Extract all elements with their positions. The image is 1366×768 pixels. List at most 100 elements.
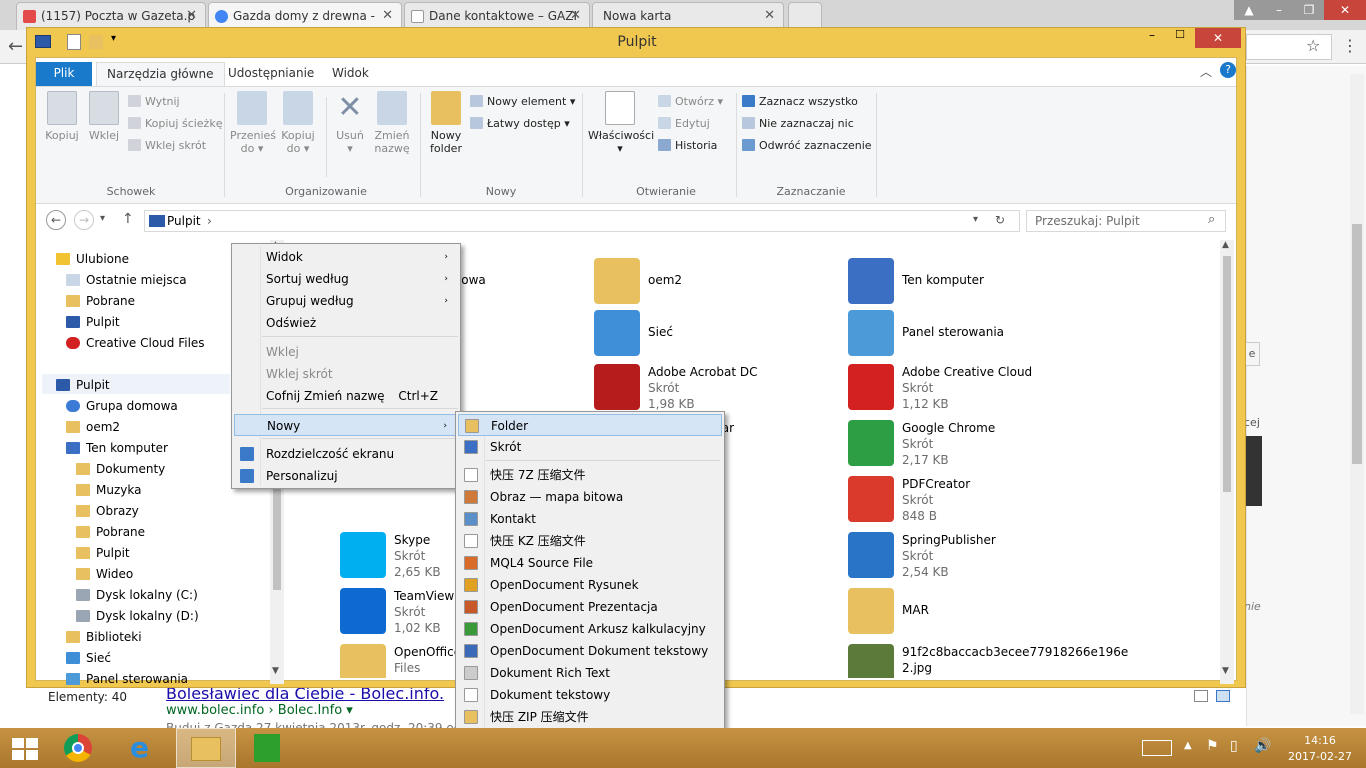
invert-selection-button[interactable]: Odwróć zaznaczenie <box>742 139 872 153</box>
keyboard-icon[interactable] <box>1142 740 1172 756</box>
nav-item-control-panel[interactable]: Panel sterowania <box>66 672 188 686</box>
content-scrollbar[interactable]: ▲ ▼ <box>1220 240 1234 684</box>
nav-item-oem2[interactable]: oem2 <box>66 420 120 434</box>
new-submenu-item[interactable]: Dokument tekstowy <box>458 684 722 706</box>
context-menu-item[interactable]: Widok › <box>234 246 458 268</box>
taskbar-store[interactable] <box>238 728 298 768</box>
taskbar-file-explorer[interactable] <box>176 728 236 768</box>
new-submenu-item[interactable]: 快压 7Z 压缩文件 <box>458 464 722 486</box>
forward-button[interactable]: → <box>74 210 94 230</box>
move-to-button[interactable]: Przenieś do ▾ <box>230 91 276 155</box>
nav-item-pulpit-root[interactable]: Pulpit <box>56 378 110 392</box>
easy-access-button[interactable]: Łatwy dostęp ▾ <box>470 117 570 131</box>
nav-item-documents[interactable]: Dokumenty <box>76 462 165 476</box>
copy-path-button[interactable]: Kopiuj ścieżkę <box>128 117 222 131</box>
quick-access-dropdown-icon[interactable]: ▾ <box>111 33 116 44</box>
large-icons-view-icon[interactable] <box>1216 690 1230 702</box>
nav-item-ulubione[interactable]: Ulubione <box>56 252 129 266</box>
context-menu-item[interactable]: Odśwież <box>234 312 458 334</box>
address-dropdown-icon[interactable]: ▾ <box>973 214 978 225</box>
content-scrollbar-thumb[interactable] <box>1223 256 1231 492</box>
nav-item-downloads-pc[interactable]: Pobrane <box>76 525 145 539</box>
nav-item-desktop[interactable]: Pulpit <box>66 315 120 329</box>
nav-item-creative-cloud[interactable]: Creative Cloud Files <box>66 336 205 350</box>
close-tab-icon[interactable]: ✕ <box>764 8 775 23</box>
search-input[interactable]: Przeszukaj: Pulpit <box>1026 210 1226 232</box>
ribbon-tab-plik[interactable]: Plik <box>36 62 92 86</box>
browser-tab-dane[interactable]: Dane kontaktowe – GAZI ✕ <box>404 2 590 30</box>
ribbon-tab-share[interactable]: Udostępnianie <box>218 62 324 86</box>
nav-item-network[interactable]: Sieć <box>66 651 111 665</box>
flag-icon[interactable]: ⚑ <box>1206 738 1219 754</box>
up-arrow-icon[interactable]: ↑ <box>122 211 134 227</box>
close-explorer-button[interactable]: ✕ <box>1195 28 1241 48</box>
select-none-button[interactable]: Nie zaznaczaj nic <box>742 117 854 131</box>
ribbon-tab-home[interactable]: Narzędzia główne <box>96 62 225 87</box>
paste-shortcut-button[interactable]: Wklej skrót <box>128 139 206 153</box>
select-all-button[interactable]: Zaznacz wszystko <box>742 95 858 109</box>
properties-button[interactable]: Właściwości ▾ <box>588 91 654 155</box>
side-button[interactable]: e <box>1244 342 1260 366</box>
nav-item-music[interactable]: Muzyka <box>76 483 141 497</box>
nav-item-videos[interactable]: Wideo <box>76 567 133 581</box>
collapse-ribbon-icon[interactable]: ︿ <box>1200 63 1212 80</box>
cut-button[interactable]: Wytnij <box>128 95 180 109</box>
scroll-down-icon[interactable]: ▼ <box>1222 666 1229 676</box>
scroll-up-icon[interactable]: ▲ <box>1222 240 1229 250</box>
paste-button[interactable]: Wklej <box>86 91 122 142</box>
context-menu-item[interactable]: Wklej <box>234 341 458 363</box>
nav-item-pictures[interactable]: Obrazy <box>76 504 139 518</box>
nav-item-downloads[interactable]: Pobrane <box>66 294 135 308</box>
menu-icon[interactable]: ⋮ <box>1342 36 1358 55</box>
result-url[interactable]: www.bolec.info › Bolec.Info ▾ <box>166 703 353 718</box>
clock-date[interactable]: 2017-02-27 <box>1286 750 1354 763</box>
new-submenu-item[interactable]: Skrót <box>458 436 722 458</box>
edit-button[interactable]: Edytuj <box>658 117 710 131</box>
copy-button[interactable]: Kopiuj <box>40 91 84 142</box>
new-submenu-item[interactable]: 快压 KZ 压缩文件 <box>458 530 722 552</box>
ribbon-tab-view[interactable]: Widok <box>322 62 379 86</box>
context-menu-item[interactable]: Wklej skrót <box>234 363 458 385</box>
nav-item-drive-c[interactable]: Dysk lokalny (C:) <box>76 588 198 602</box>
new-submenu-item[interactable]: OpenDocument Rysunek <box>458 574 722 596</box>
context-menu-item[interactable]: Cofnij Zmień nazwę Ctrl+Z <box>234 385 458 407</box>
recent-locations-dropdown-icon[interactable]: ▾ <box>100 213 105 224</box>
minimize-button[interactable]: – <box>1139 28 1165 48</box>
close-tab-icon[interactable]: ✕ <box>186 8 197 23</box>
bookmark-star-icon[interactable]: ☆ <box>1306 36 1320 55</box>
breadcrumb-chevron-icon[interactable]: › <box>207 214 212 228</box>
context-menu-item[interactable]: Nowy › <box>234 414 458 436</box>
new-submenu-item[interactable]: Folder <box>458 414 722 436</box>
back-button[interactable]: ← <box>46 210 66 230</box>
new-submenu-item[interactable]: Dokument Rich Text <box>458 662 722 684</box>
volume-icon[interactable]: 🔊 <box>1254 738 1271 754</box>
taskbar-chrome[interactable] <box>50 728 110 768</box>
rename-button[interactable]: Zmień nazwę <box>372 91 412 155</box>
copy-to-button[interactable]: Kopiuj do ▾ <box>276 91 320 155</box>
nav-item-libraries[interactable]: Biblioteki <box>66 630 142 644</box>
minimize-button[interactable]: – <box>1264 0 1294 20</box>
browser-tab-poczta[interactable]: (1157) Poczta w Gazeta.p ✕ <box>16 2 206 30</box>
nav-item-homegroup[interactable]: Grupa domowa <box>66 399 178 413</box>
new-item-button[interactable]: Nowy element ▾ <box>470 95 575 109</box>
nav-item-drive-d[interactable]: Dysk lokalny (D:) <box>76 609 199 623</box>
address-bar[interactable]: Pulpit › ▾ ↻ <box>144 210 1020 232</box>
scroll-down-icon[interactable]: ▼ <box>272 666 279 676</box>
open-button[interactable]: Otwórz ▾ <box>658 95 723 109</box>
browser-tab-nowa[interactable]: Nowa karta ✕ <box>592 2 784 30</box>
context-menu-item[interactable]: Personalizuj <box>234 465 458 487</box>
close-tab-icon[interactable]: ✕ <box>382 8 393 23</box>
breadcrumb-pulpit[interactable]: Pulpit <box>167 214 201 228</box>
help-icon[interactable]: ? <box>1220 62 1236 78</box>
show-hidden-icons-icon[interactable]: ▲ <box>1184 740 1192 751</box>
new-submenu-item[interactable]: Obraz — mapa bitowa <box>458 486 722 508</box>
user-icon[interactable]: ▲ <box>1234 0 1264 20</box>
new-submenu-item[interactable]: OpenDocument Prezentacja <box>458 596 722 618</box>
close-window-button[interactable]: ✕ <box>1324 0 1366 20</box>
taskbar-internet-explorer[interactable]: e <box>114 728 174 768</box>
new-submenu-item[interactable]: Kontakt <box>458 508 722 530</box>
close-tab-icon[interactable]: ✕ <box>570 8 581 23</box>
new-tab-button[interactable] <box>788 2 822 30</box>
new-submenu-item[interactable]: 快压 ZIP 压缩文件 <box>458 706 722 728</box>
maximize-button[interactable]: ☐ <box>1167 28 1193 48</box>
